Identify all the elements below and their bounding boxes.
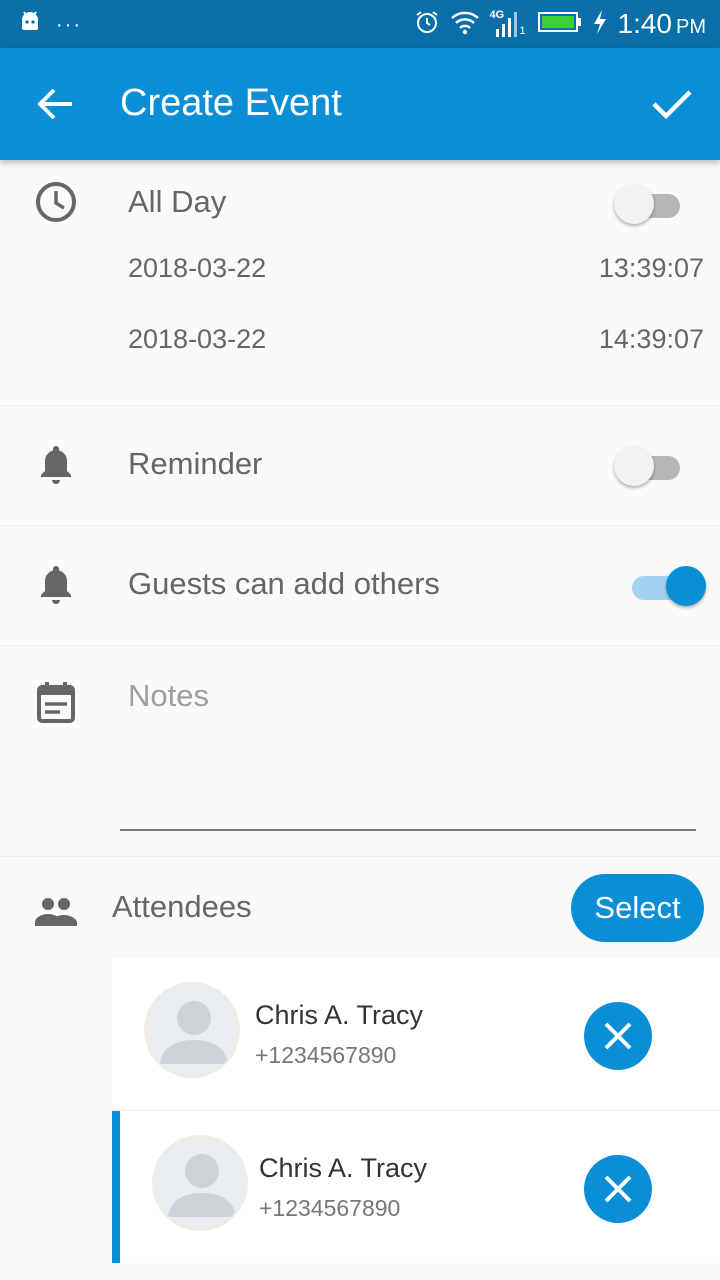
arrow-left-icon <box>37 88 72 120</box>
bell-icon <box>34 562 78 606</box>
back-button[interactable] <box>36 84 76 124</box>
notes-underline <box>120 829 696 831</box>
remove-attendee-button[interactable] <box>584 1002 652 1070</box>
close-icon <box>604 1022 632 1050</box>
sim-slot: 1 <box>519 25 526 37</box>
guests-switch[interactable] <box>628 564 706 608</box>
remove-attendee-button[interactable] <box>584 1155 652 1223</box>
bell-icon <box>34 442 78 486</box>
divider <box>0 405 720 406</box>
people-icon <box>33 890 77 934</box>
status-bar-right: 4G 1 1:40 PM <box>414 6 707 42</box>
attendee-card[interactable]: Chris A. Tracy +1234567890 <box>112 958 720 1110</box>
all-day-label: All Day <box>128 184 227 219</box>
charging-icon <box>592 9 608 40</box>
app-bar: Create Event <box>0 48 720 160</box>
attendee-card[interactable]: Chris A. Tracy +1234567890 <box>112 1111 720 1263</box>
switch-thumb <box>614 184 654 224</box>
divider <box>0 525 720 526</box>
select-attendees-button[interactable]: Select <box>571 874 704 942</box>
notification-dots: ··· <box>56 13 82 36</box>
save-button[interactable] <box>650 84 694 124</box>
attendee-phone: +1234567890 <box>255 1042 397 1068</box>
wifi-icon <box>450 9 480 40</box>
battery-icon <box>537 10 582 39</box>
avatar <box>152 1135 248 1231</box>
close-icon <box>604 1175 632 1203</box>
notes-calendar-icon <box>34 680 78 724</box>
alarm-icon <box>414 9 440 40</box>
start-date[interactable]: 2018-03-22 <box>128 253 266 284</box>
clock-icon <box>34 180 78 224</box>
attendee-phone: +1234567890 <box>259 1195 401 1221</box>
guests-label: Guests can add others <box>128 566 440 601</box>
switch-thumb <box>666 566 706 606</box>
page-title: Create Event <box>120 82 342 124</box>
notes-input[interactable]: Notes <box>128 678 209 714</box>
end-time[interactable]: 14:39:07 <box>599 324 704 355</box>
switch-thumb <box>614 446 654 486</box>
check-icon <box>652 90 692 120</box>
attendee-name: Chris A. Tracy <box>259 1153 428 1183</box>
end-date[interactable]: 2018-03-22 <box>128 324 266 355</box>
attendees-label: Attendees <box>112 889 252 924</box>
clock-time: 1:40 PM <box>617 8 707 39</box>
all-day-switch[interactable] <box>614 182 684 226</box>
divider <box>0 645 720 646</box>
reminder-switch[interactable] <box>614 444 684 488</box>
status-bar: ··· 4G 1 1:40 PM <box>0 0 720 48</box>
attendee-name: Chris A. Tracy <box>255 1000 424 1030</box>
signal-icon: 4G 1 <box>490 9 528 39</box>
reminder-label: Reminder <box>128 446 263 481</box>
avatar <box>144 982 240 1078</box>
start-time[interactable]: 13:39:07 <box>599 253 704 284</box>
android-icon <box>18 10 42 39</box>
status-bar-left: ··· <box>18 10 82 39</box>
divider <box>0 856 720 857</box>
